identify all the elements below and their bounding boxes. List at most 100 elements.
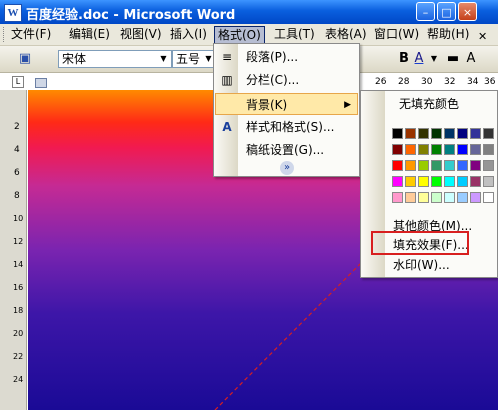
close-button[interactable]: × bbox=[458, 2, 477, 21]
menu-item-label: 背景(K) bbox=[246, 98, 288, 112]
color-swatch[interactable] bbox=[457, 160, 468, 171]
ruler-number: 8 bbox=[14, 191, 20, 201]
ruler-number: 2 bbox=[14, 122, 20, 132]
menu-file[interactable]: 文件(F) bbox=[8, 26, 54, 43]
maximize-button[interactable]: □ bbox=[437, 2, 456, 21]
color-swatch[interactable] bbox=[418, 144, 429, 155]
submenu-arrow-icon: ▶ bbox=[344, 100, 351, 110]
color-swatch[interactable] bbox=[431, 176, 442, 187]
vertical-ruler[interactable] bbox=[0, 90, 27, 410]
color-swatch[interactable] bbox=[418, 192, 429, 203]
menu-insert[interactable]: 插入(I) bbox=[167, 26, 210, 43]
menu-item-columns[interactable]: ▥ 分栏(C)... bbox=[215, 69, 358, 91]
color-swatch[interactable] bbox=[392, 160, 403, 171]
watermark-option[interactable]: 水印(W)... bbox=[393, 255, 450, 275]
color-swatch[interactable] bbox=[470, 160, 481, 171]
color-swatch[interactable] bbox=[483, 128, 494, 139]
menu-item-paragraph[interactable]: ≡ 段落(P)... bbox=[215, 46, 358, 68]
highlight-icon[interactable]: ▬ bbox=[444, 50, 462, 68]
color-swatch[interactable] bbox=[483, 160, 494, 171]
color-swatch[interactable] bbox=[431, 160, 442, 171]
fill-effects-highlight-box bbox=[371, 231, 469, 255]
color-swatch[interactable] bbox=[457, 128, 468, 139]
save-icon[interactable]: ▣ bbox=[16, 50, 34, 68]
menu-tools[interactable]: 工具(T) bbox=[271, 26, 318, 43]
menu-item-label: 分栏(C)... bbox=[246, 73, 300, 87]
window-title: 百度经验.doc - Microsoft Word bbox=[26, 8, 236, 23]
menu-item-styles[interactable]: A 样式和格式(S)... bbox=[215, 116, 358, 138]
menu-item-background[interactable]: 背景(K) ▶ bbox=[215, 93, 358, 115]
menu-item-manuscript[interactable]: 稿纸设置(G)... bbox=[215, 139, 358, 161]
color-swatch[interactable] bbox=[444, 160, 455, 171]
indent-marker[interactable] bbox=[35, 78, 47, 88]
ruler-number: 36 bbox=[484, 77, 496, 87]
color-swatch[interactable] bbox=[470, 192, 481, 203]
ruler-number: 20 bbox=[13, 329, 24, 338]
ruler-number: 4 bbox=[14, 145, 20, 155]
ruler-number: 30 bbox=[421, 77, 433, 87]
color-swatch[interactable] bbox=[418, 176, 429, 187]
ruler-number: 34 bbox=[467, 77, 479, 87]
ruler-number: 12 bbox=[13, 237, 24, 246]
ruler-number: 32 bbox=[444, 77, 456, 87]
ruler-number: 10 bbox=[13, 214, 24, 223]
font-name-value: 宋体 bbox=[62, 52, 87, 66]
color-swatch[interactable] bbox=[418, 128, 429, 139]
color-swatch[interactable] bbox=[470, 144, 481, 155]
ruler-number: 16 bbox=[13, 283, 24, 292]
menu-item-label: 段落(P)... bbox=[246, 50, 299, 64]
color-swatch[interactable] bbox=[418, 160, 429, 171]
font-size-combo[interactable]: 五号 ▼ bbox=[172, 50, 217, 68]
styles-icon: A bbox=[222, 120, 232, 134]
color-swatch[interactable] bbox=[405, 160, 416, 171]
color-swatch[interactable] bbox=[431, 192, 442, 203]
color-swatch[interactable] bbox=[470, 176, 481, 187]
color-swatch[interactable] bbox=[483, 144, 494, 155]
color-swatch[interactable] bbox=[444, 128, 455, 139]
color-swatch[interactable] bbox=[431, 144, 442, 155]
color-swatch[interactable] bbox=[444, 144, 455, 155]
color-swatch[interactable] bbox=[457, 192, 468, 203]
font-size-value: 五号 bbox=[176, 52, 201, 66]
color-swatch[interactable] bbox=[457, 176, 468, 187]
menu-window[interactable]: 窗口(W) bbox=[371, 26, 422, 43]
close-document-icon[interactable]: ✕ bbox=[478, 30, 487, 43]
menu-table[interactable]: 表格(A) bbox=[322, 26, 370, 43]
color-swatch[interactable] bbox=[392, 176, 403, 187]
menu-item-label: 样式和格式(S)... bbox=[246, 120, 335, 134]
color-swatch[interactable] bbox=[405, 192, 416, 203]
menu-help[interactable]: 帮助(H) bbox=[424, 26, 472, 43]
color-swatch[interactable] bbox=[444, 192, 455, 203]
color-swatch[interactable] bbox=[431, 128, 442, 139]
color-swatch[interactable] bbox=[392, 128, 403, 139]
word-app-icon: W bbox=[4, 4, 22, 22]
chevron-down-icon[interactable]: ▼ bbox=[157, 52, 170, 66]
color-swatch[interactable] bbox=[405, 144, 416, 155]
format-menu-dropdown: ≡ 段落(P)... ▥ 分栏(C)... 背景(K) ▶ A 样式和格式(S)… bbox=[213, 43, 360, 177]
font-name-combo[interactable]: 宋体 ▼ bbox=[58, 50, 172, 68]
menu-item-label: 稿纸设置(G)... bbox=[246, 143, 325, 157]
color-swatch[interactable] bbox=[392, 144, 403, 155]
color-swatch[interactable] bbox=[405, 128, 416, 139]
ruler-number: 28 bbox=[398, 77, 410, 87]
tab-selector[interactable]: L bbox=[12, 76, 24, 88]
ruler-number: 6 bbox=[14, 168, 20, 178]
color-swatch[interactable] bbox=[405, 176, 416, 187]
expand-menu-icon[interactable]: » bbox=[280, 161, 294, 175]
color-swatch[interactable] bbox=[457, 144, 468, 155]
paragraph-icon: ≡ bbox=[221, 50, 233, 64]
color-swatch[interactable] bbox=[444, 176, 455, 187]
color-swatch[interactable] bbox=[483, 176, 494, 187]
color-swatch[interactable] bbox=[470, 128, 481, 139]
ruler-number: 18 bbox=[13, 306, 24, 315]
menu-edit[interactable]: 编辑(E) bbox=[66, 26, 113, 43]
font-icon[interactable]: A bbox=[462, 50, 480, 68]
chevron-down-icon[interactable]: ▼ bbox=[425, 50, 443, 68]
color-swatch[interactable] bbox=[392, 192, 403, 203]
ruler-number: 26 bbox=[375, 77, 387, 87]
color-swatch[interactable] bbox=[483, 192, 494, 203]
no-fill-option[interactable]: 无填充颜色 bbox=[362, 94, 496, 114]
ruler-number: 14 bbox=[13, 260, 24, 269]
minimize-button[interactable]: – bbox=[416, 2, 435, 21]
menu-view[interactable]: 视图(V) bbox=[117, 26, 165, 43]
